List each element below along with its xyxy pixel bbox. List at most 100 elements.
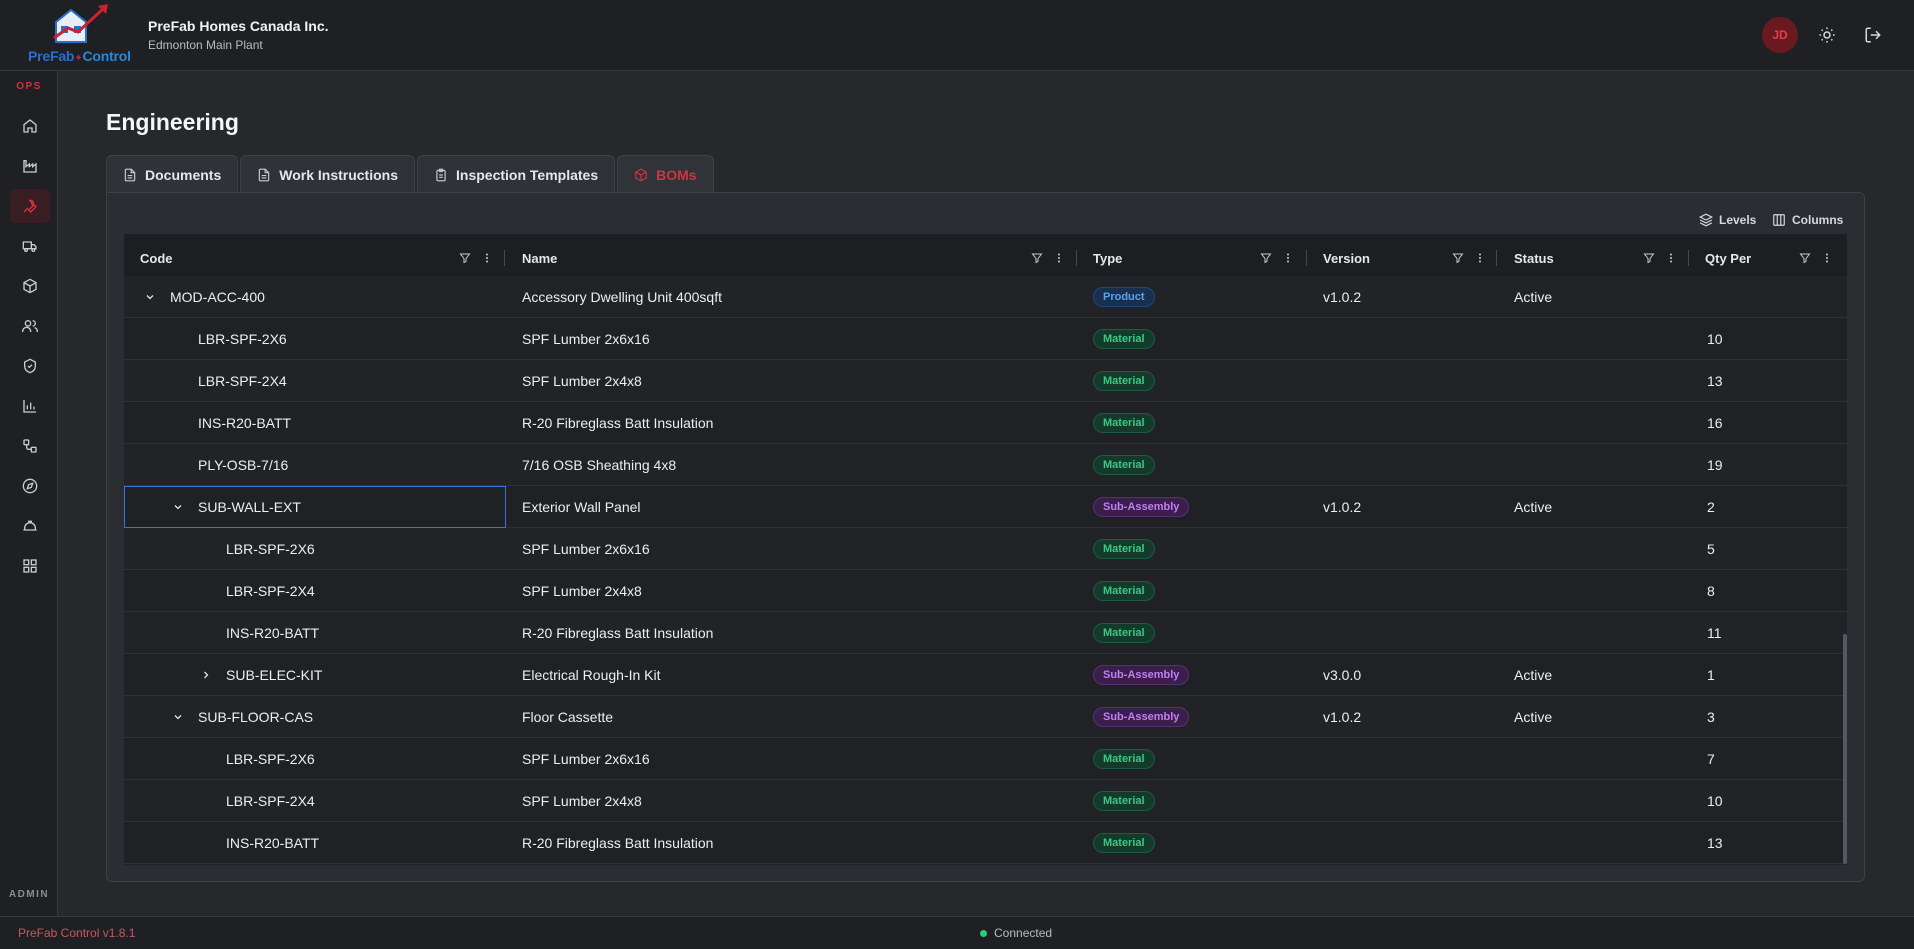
- chevron-down-icon[interactable]: [170, 709, 186, 725]
- avatar[interactable]: JD: [1762, 17, 1798, 53]
- cell-code[interactable]: SUB-ELEC-KIT: [198, 654, 322, 696]
- column-header-code[interactable]: Code: [140, 234, 495, 282]
- type-badge: Material: [1093, 455, 1155, 475]
- cell-qty-per: 8: [1707, 583, 1715, 599]
- app-logo[interactable]: PreFab✦Control: [26, 2, 136, 66]
- compass-icon[interactable]: [10, 469, 50, 503]
- cell-code[interactable]: MOD-ACC-400: [142, 276, 265, 318]
- tab-inspection-templates[interactable]: Inspection Templates: [417, 155, 616, 193]
- cell-code[interactable]: PLY-OSB-7/16: [198, 444, 288, 486]
- status-dot-icon: [980, 929, 987, 937]
- cell-code[interactable]: LBR-SPF-2X4: [226, 780, 315, 822]
- table-row[interactable]: SUB-ELEC-KIT Electrical Rough-In Kit Sub-A…: [124, 654, 1847, 696]
- table-row[interactable]: SUB-FLOOR-CAS Floor Cassette Sub-Assembly v…: [124, 696, 1847, 738]
- grid-icon[interactable]: [10, 549, 50, 583]
- cell-status: Active: [1514, 709, 1553, 725]
- chevron-down-icon[interactable]: [142, 289, 158, 305]
- table-row[interactable]: SUB-WALL-EXT Exterior Wall Panel Sub-Assem…: [124, 486, 1847, 528]
- shield-check-icon[interactable]: [10, 349, 50, 383]
- filter-icon[interactable]: [1450, 250, 1466, 266]
- chevron-right-icon[interactable]: [198, 667, 214, 683]
- app-version: PreFab Control v1.8.1: [18, 926, 136, 940]
- column-label: Qty Per: [1705, 250, 1752, 266]
- table-row[interactable]: PLY-OSB-7/16 7/16 OSB Sheathing 4x8 Materi…: [124, 444, 1847, 486]
- column-separator[interactable]: [504, 250, 505, 266]
- column-separator[interactable]: [1076, 250, 1077, 266]
- table-row[interactable]: LBR-SPF-2X6 SPF Lumber 2x6x16 Material 7: [124, 738, 1847, 780]
- column-menu-icon[interactable]: [1819, 250, 1835, 266]
- factory-icon[interactable]: [10, 149, 50, 183]
- table-row[interactable]: LBR-SPF-2X6 SPF Lumber 2x6x16 Material 10: [124, 318, 1847, 360]
- cell-type: Sub-Assembly: [1093, 696, 1190, 738]
- column-separator[interactable]: [1688, 250, 1689, 266]
- column-menu-icon[interactable]: [479, 250, 495, 266]
- table-row[interactable]: INS-R20-BATT R-20 Fibreglass Batt Insulat…: [124, 822, 1847, 864]
- column-header-name[interactable]: Name: [522, 234, 1067, 282]
- logo-wordmark: PreFab✦Control: [28, 48, 131, 64]
- column-menu-icon[interactable]: [1663, 250, 1679, 266]
- chevron-down-icon[interactable]: [170, 499, 186, 515]
- tab-boms[interactable]: BOMs: [617, 155, 714, 193]
- page-title: Engineering: [106, 109, 239, 135]
- cell-code[interactable]: INS-R20-BATT: [226, 612, 319, 654]
- cell-version: v1.0.2: [1323, 709, 1362, 725]
- cell-type: Sub-Assembly: [1093, 654, 1190, 696]
- column-menu-icon[interactable]: [1472, 250, 1488, 266]
- filter-icon[interactable]: [1797, 250, 1813, 266]
- wrench-icon[interactable]: [10, 189, 50, 223]
- tab-work-instructions[interactable]: Work Instructions: [240, 155, 415, 193]
- table-row[interactable]: LBR-SPF-2X4 SPF Lumber 2x4x8 Material 8: [124, 570, 1847, 612]
- users-icon[interactable]: [10, 309, 50, 343]
- filter-icon[interactable]: [1641, 250, 1657, 266]
- table-row[interactable]: INS-R20-BATT R-20 Fibreglass Batt Insulat…: [124, 612, 1847, 654]
- column-header-type[interactable]: Type: [1093, 234, 1296, 282]
- cell-code[interactable]: SUB-WALL-EXT: [170, 486, 301, 528]
- filter-icon[interactable]: [457, 250, 473, 266]
- grid-header: Code Name Type Version Status Qty Per: [124, 234, 1847, 282]
- table-row[interactable]: MOD-ACC-400 Accessory Dwelling Unit 400sq…: [124, 276, 1847, 318]
- cell-code[interactable]: INS-R20-BATT: [198, 402, 291, 444]
- table-row[interactable]: INS-R20-BATT R-20 Fibreglass Batt Insulat…: [124, 402, 1847, 444]
- vertical-scrollbar[interactable]: [1843, 634, 1847, 864]
- cell-type: Material: [1093, 360, 1155, 402]
- sidebar: OPS ADMIN: [0, 71, 58, 916]
- code-text: LBR-SPF-2X6: [198, 331, 287, 347]
- column-menu-icon[interactable]: [1051, 250, 1067, 266]
- cell-name: R-20 Fibreglass Batt Insulation: [522, 625, 714, 641]
- workflow-icon[interactable]: [10, 429, 50, 463]
- code-text: SUB-FLOOR-CAS: [198, 709, 314, 725]
- cell-code[interactable]: LBR-SPF-2X6: [226, 738, 315, 780]
- cell-type: Material: [1093, 318, 1155, 360]
- cell-code[interactable]: SUB-FLOOR-CAS: [170, 696, 313, 738]
- cell-code[interactable]: LBR-SPF-2X4: [226, 570, 315, 612]
- cell-code[interactable]: INS-R20-BATT: [226, 822, 319, 864]
- table-row[interactable]: LBR-SPF-2X4 SPF Lumber 2x4x8 Material 10: [124, 780, 1847, 822]
- tab-documents[interactable]: Documents: [106, 155, 239, 193]
- bar-chart-icon[interactable]: [10, 389, 50, 423]
- home-icon[interactable]: [10, 109, 50, 143]
- cell-code[interactable]: LBR-SPF-2X6: [198, 318, 287, 360]
- cell-version: v1.0.2: [1323, 499, 1362, 515]
- hard-hat-icon[interactable]: [10, 509, 50, 543]
- column-separator[interactable]: [1496, 250, 1497, 266]
- filter-icon[interactable]: [1258, 250, 1274, 266]
- theme-toggle-sun-icon[interactable]: [1816, 24, 1838, 46]
- box-icon[interactable]: [10, 269, 50, 303]
- levels-button[interactable]: Levels: [1699, 213, 1756, 227]
- column-header-status[interactable]: Status: [1514, 234, 1679, 282]
- cell-code[interactable]: LBR-SPF-2X4: [198, 360, 287, 402]
- cell-code[interactable]: LBR-SPF-2X6: [226, 528, 315, 570]
- table-row[interactable]: LBR-SPF-2X6 SPF Lumber 2x6x16 Material 5: [124, 528, 1847, 570]
- filter-icon[interactable]: [1029, 250, 1045, 266]
- type-badge: Material: [1093, 329, 1155, 349]
- code-text: MOD-ACC-400: [170, 289, 265, 305]
- truck-icon[interactable]: [10, 229, 50, 263]
- column-header-version[interactable]: Version: [1323, 234, 1488, 282]
- columns-button[interactable]: Columns: [1772, 213, 1843, 227]
- column-label: Name: [522, 250, 558, 266]
- column-menu-icon[interactable]: [1280, 250, 1296, 266]
- table-row[interactable]: LBR-SPF-2X4 SPF Lumber 2x4x8 Material 13: [124, 360, 1847, 402]
- logout-icon[interactable]: [1862, 24, 1884, 46]
- column-separator[interactable]: [1306, 250, 1307, 266]
- column-header-qty-per[interactable]: Qty Per: [1705, 234, 1835, 282]
